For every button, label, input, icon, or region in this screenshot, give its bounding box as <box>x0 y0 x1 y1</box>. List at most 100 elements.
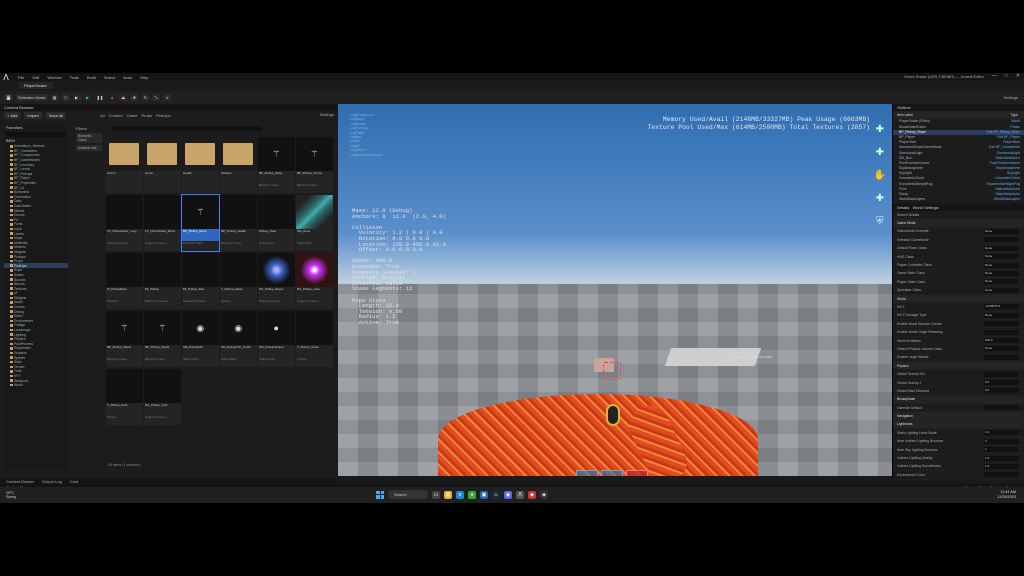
asset-tile[interactable]: FX_PickupGlow_Burst Niagara System <box>144 195 181 251</box>
minimize-icon[interactable]: — <box>992 73 997 79</box>
tree-folder-item[interactable]: World <box>4 383 68 388</box>
details-property-row[interactable]: Num Indirect Lighting Bounces 3 <box>893 438 1024 446</box>
asset-tile[interactable]: T_Pickup_Mask Texture <box>220 253 257 309</box>
filters-label[interactable]: Filters <box>76 126 102 131</box>
asset-search-input[interactable] <box>112 126 262 131</box>
folder-tile[interactable]: Armor <box>144 137 181 193</box>
property-value[interactable]: 1.0 <box>984 455 1018 461</box>
close-icon[interactable]: ✕ <box>1016 73 1020 79</box>
col-type[interactable]: Type <box>1011 113 1018 117</box>
property-value[interactable] <box>984 371 1018 377</box>
property-value[interactable]: 1 <box>984 447 1018 453</box>
settings-button[interactable]: Settings <box>1004 95 1018 100</box>
discord-icon[interactable]: ◉ <box>504 490 512 499</box>
stop-button[interactable]: ■ <box>108 94 116 101</box>
asset-tile[interactable]: NS_Pickup_Trail Niagara System <box>144 369 181 425</box>
asset-tile[interactable]: M_PickupBase Material <box>106 253 143 309</box>
details-property-row[interactable]: HUD Class None <box>893 253 1024 262</box>
property-value[interactable] <box>984 329 1018 335</box>
property-value[interactable]: 1.0 <box>984 430 1018 436</box>
app-icon[interactable]: ◈ <box>540 490 548 499</box>
details-section-header[interactable]: Game Mode <box>893 219 1024 228</box>
app-icon[interactable]: ◆ <box>528 490 536 499</box>
asset-tile[interactable]: ⚚ BP_Pickup_Ammo Blueprint Class <box>296 137 333 193</box>
store-icon[interactable]: ▣ <box>480 490 488 499</box>
asset-tile[interactable]: MI_Pickup Material Instance <box>144 253 181 309</box>
property-value[interactable]: None <box>984 346 1018 352</box>
asset-tile[interactable]: ⚚ BP_Pickup_Rope Blueprint Class <box>181 194 220 252</box>
menu-help[interactable]: Help <box>140 75 148 80</box>
asset-tile[interactable]: ⚚ BP_Pickup_Wand Blueprint Class <box>106 311 143 367</box>
hand-icon[interactable]: ✋ <box>874 170 886 181</box>
details-property-row[interactable]: Static Lighting Level Scale 1.0 <box>893 429 1024 438</box>
outliner-row[interactable]: WorldDataLayers WorldDataLayers <box>893 197 1024 202</box>
asset-tile[interactable]: ◉ SM_PickupOrb Static Mesh <box>182 311 219 367</box>
breadcrumb-item[interactable]: Props <box>142 113 152 118</box>
unreal-logo-icon[interactable]: Λ <box>0 73 12 82</box>
windows-start-icon[interactable] <box>376 490 384 499</box>
details-property-row[interactable]: Kill Z -1048575.0 <box>893 303 1024 312</box>
cmd-button[interactable]: Cmd <box>70 479 78 484</box>
rope-slot-icon[interactable]: ⚡ <box>601 470 623 476</box>
details-section-header[interactable]: Navigation <box>893 412 1024 421</box>
shield-icon[interactable]: ⛨ <box>876 216 884 227</box>
property-value[interactable] <box>984 472 1018 478</box>
asset-tile[interactable]: T_Pickup_Dark Texture <box>106 369 143 425</box>
eject-icon[interactable]: ⏏ <box>119 94 128 101</box>
details-property-row[interactable]: GameMode Override None <box>893 228 1024 237</box>
rope-cut-slot-icon[interactable]: ✂ <box>626 470 648 476</box>
content-icon[interactable]: ▦ <box>50 94 59 101</box>
details-section-header[interactable]: World <box>893 294 1024 304</box>
property-value[interactable]: None <box>984 262 1018 268</box>
save-all-button[interactable]: Save All <box>45 112 67 119</box>
menu-window[interactable]: Window <box>47 75 61 80</box>
property-value[interactable]: None <box>984 270 1018 276</box>
property-value[interactable] <box>984 405 1018 411</box>
menu-tools[interactable]: Tools <box>70 75 79 80</box>
details-property-row[interactable]: Default Physics Volume Class None <box>893 345 1024 354</box>
col-label[interactable]: Item Label <box>897 113 913 117</box>
asset-tile[interactable]: Pickup_Data Data Asset <box>258 195 295 251</box>
details-property-row[interactable]: Spectator Class None <box>893 287 1024 295</box>
property-value[interactable]: None <box>984 228 1018 234</box>
details-property-row[interactable]: Global Gravity Set <box>893 370 1024 379</box>
save-button[interactable]: 💾 <box>4 94 13 101</box>
menu-edit[interactable]: Edit <box>32 75 39 80</box>
details-property-row[interactable]: Player Controller Class None <box>893 261 1024 270</box>
asset-tile[interactable]: T_Pickup_Noise Texture <box>296 311 333 367</box>
content-browser-tab[interactable]: Content Browser <box>0 104 338 111</box>
details-property-row[interactable]: World to Meters 100.0 <box>893 337 1024 346</box>
property-value[interactable]: 0.0 <box>984 388 1018 394</box>
system-clock[interactable]: 11:44 AM 11/25/2023 <box>997 490 1016 499</box>
property-value[interactable] <box>984 321 1018 327</box>
asset-tile[interactable]: SM_Rope Static Mesh <box>296 195 333 251</box>
project-tab[interactable]: PlayerSnake <box>18 82 53 89</box>
filter-chip[interactable]: Blueprint Class <box>76 133 102 143</box>
property-value[interactable]: 100.0 <box>984 338 1018 344</box>
play-button[interactable]: ▶ <box>84 94 92 101</box>
asset-tile[interactable]: NS_Pickup_Glow Niagara System <box>296 253 333 309</box>
details-property-row[interactable]: Default Max Distance 0.0 <box>893 387 1024 396</box>
tree-search-input[interactable] <box>6 132 66 137</box>
import-button[interactable]: Import <box>24 112 42 119</box>
weather-widget[interactable]: 19°C Sunny <box>6 491 16 499</box>
menu-build[interactable]: Build <box>87 75 96 80</box>
add-button[interactable]: + Add <box>4 112 21 119</box>
breadcrumb-item[interactable]: Content <box>109 113 123 118</box>
plus-icon[interactable]: ✚ <box>876 147 884 158</box>
property-value[interactable]: None <box>984 312 1018 318</box>
blueprint-icon[interactable]: ⬡ <box>61 94 70 101</box>
steam-icon[interactable]: ♨ <box>492 490 500 499</box>
details-property-row[interactable]: Default Pawn Class None <box>893 245 1024 253</box>
pause-button[interactable]: ❚❚ <box>95 94 106 101</box>
details-section-header[interactable]: Broadphase <box>893 395 1024 404</box>
breadcrumb-item[interactable]: All <box>100 113 104 118</box>
rope-slot-icon[interactable]: ⚡ <box>576 470 598 476</box>
menu-actor[interactable]: Actor <box>123 75 132 80</box>
folder-tile[interactable]: Ammo <box>106 137 143 193</box>
property-value[interactable] <box>984 354 1018 360</box>
details-property-row[interactable]: Indirect Lighting Quality 1.0 <box>893 454 1024 463</box>
breadcrumb-item[interactable]: PickUps <box>156 113 171 118</box>
world-settings-tab[interactable]: World Settings <box>913 205 939 210</box>
output-log-button[interactable]: Output Log <box>42 479 62 484</box>
